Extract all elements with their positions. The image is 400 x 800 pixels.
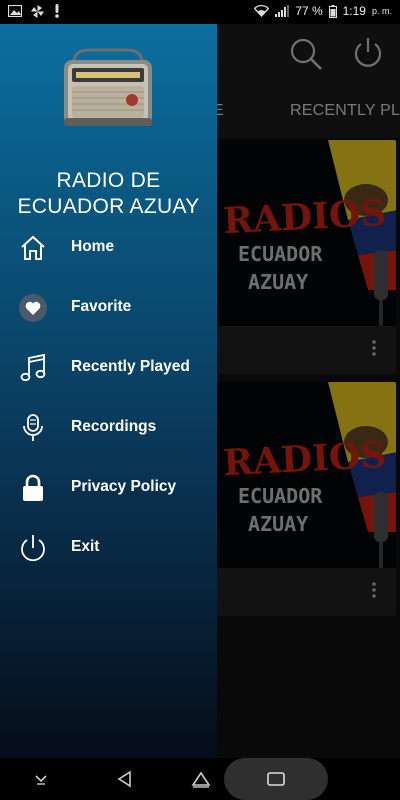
menu-item-label: Favorite (71, 298, 132, 315)
battery-icon (328, 4, 337, 18)
wifi-icon (254, 5, 270, 17)
home-icon (18, 232, 48, 264)
recents-icon[interactable] (261, 766, 291, 792)
menu-item-label: Privacy Policy (71, 478, 177, 495)
vintage-radio-icon (64, 48, 152, 126)
menu-item-label: Recently Played (71, 358, 190, 375)
menu-item-home[interactable]: Home (0, 220, 217, 276)
status-bar: 77 % 1:19 p. m. (0, 0, 400, 24)
power-icon (18, 532, 48, 564)
drawer-title-line1: RADIO DE (56, 169, 161, 192)
heart-icon (18, 292, 48, 324)
system-nav-bar (0, 758, 400, 800)
menu-item-label: Recordings (71, 418, 157, 435)
battery-percent: 77 % (295, 4, 323, 18)
navigation-drawer: RADIO DE ECUADOR AZUAY Home Favorite Rec… (0, 24, 217, 758)
menu-item-recently-played[interactable]: Recently Played (0, 340, 217, 396)
lock-icon (18, 472, 48, 504)
signal-icon (275, 5, 290, 17)
pinwheel-icon (31, 4, 44, 18)
menu-item-label: Home (71, 238, 115, 255)
hide-nav-icon[interactable] (26, 766, 56, 792)
home-icon[interactable] (186, 766, 216, 792)
clock-ampm: p. m. (371, 6, 392, 16)
gallery-icon (8, 5, 22, 17)
menu-item-favorite[interactable]: Favorite (0, 280, 217, 336)
music-note-icon (18, 352, 48, 384)
menu-item-label: Exit (71, 538, 100, 555)
menu-item-privacy-policy[interactable]: Privacy Policy (0, 460, 217, 516)
menu-item-exit[interactable]: Exit (0, 520, 217, 576)
exclamation-icon (55, 4, 59, 18)
drawer-title: RADIO DE ECUADOR AZUAY (0, 168, 217, 220)
clock: 1:19 (342, 4, 366, 18)
back-icon[interactable] (110, 766, 140, 792)
drawer-title-line2: ECUADOR AZUAY (17, 195, 200, 218)
menu-item-recordings[interactable]: Recordings (0, 400, 217, 456)
microphone-icon (18, 412, 48, 444)
